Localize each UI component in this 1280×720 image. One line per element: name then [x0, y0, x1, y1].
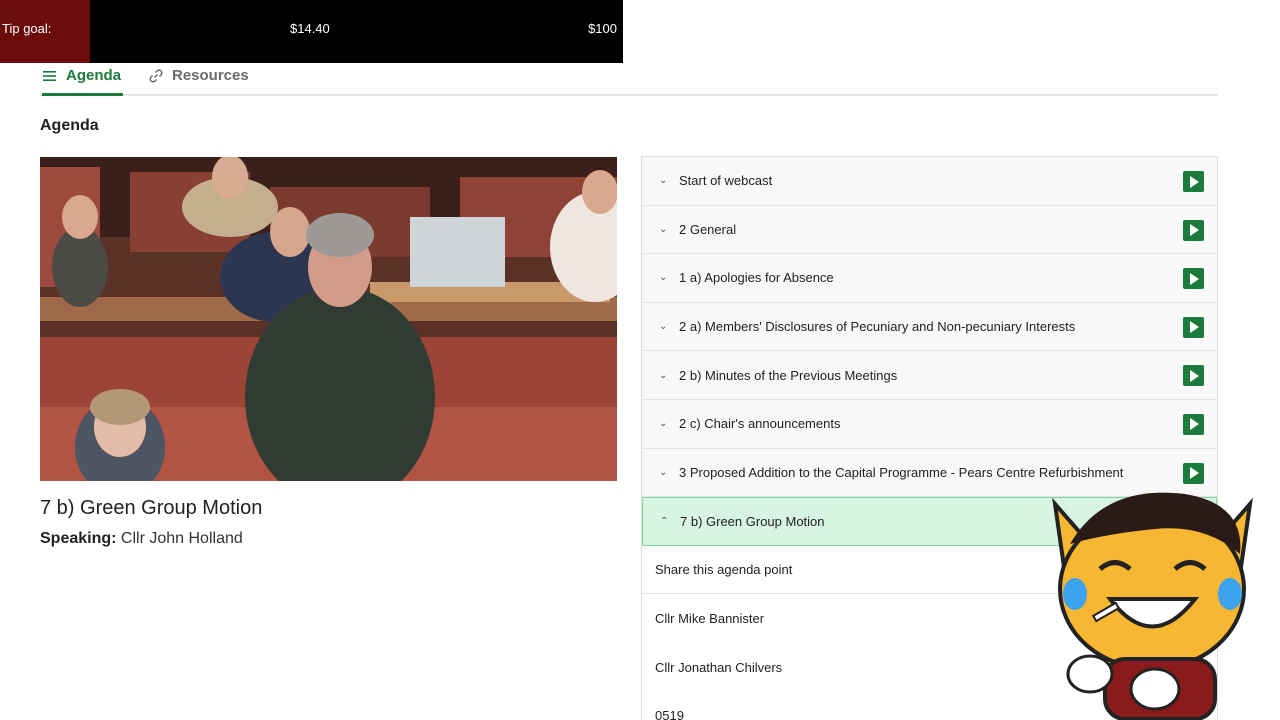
- tip-goal-bar: Tip goal: $14.40 $100: [0, 0, 623, 63]
- play-icon[interactable]: [1183, 316, 1204, 338]
- tip-goal-label: Tip goal:: [2, 21, 52, 36]
- chevron-down-icon: ⌄: [659, 369, 668, 381]
- speaking-line: Speaking: Cllr John Holland: [40, 530, 243, 548]
- agenda-item[interactable]: ⌄ 2 b) Minutes of the Previous Meetings: [642, 351, 1217, 400]
- tip-goal-target: $100: [588, 21, 617, 36]
- speaker-name: Cllr John Holland: [120, 530, 243, 547]
- tab-agenda-label: Agenda: [66, 67, 122, 84]
- agenda-item[interactable]: ⌄ 2 General: [642, 205, 1217, 255]
- now-playing-title: 7 b) Green Group Motion: [40, 497, 263, 519]
- tab-agenda[interactable]: Agenda: [42, 67, 124, 96]
- chevron-down-icon: ⌄: [659, 175, 668, 187]
- agenda-item[interactable]: ⌄ 1 a) Apologies for Absence: [642, 254, 1217, 303]
- tip-goal-current: $14.40: [290, 21, 330, 36]
- play-icon[interactable]: [1183, 462, 1204, 484]
- tab-bar: Agenda Resources: [40, 62, 1218, 96]
- tab-resources[interactable]: Resources: [148, 67, 249, 95]
- agenda-item-label: 2 General: [679, 221, 737, 237]
- agenda-item-label: 2 a) Members' Disclosures of Pecuniary a…: [679, 319, 1076, 335]
- tab-resources-label: Resources: [172, 67, 249, 84]
- play-icon[interactable]: [1183, 171, 1204, 192]
- chevron-down-icon: ⌄: [659, 223, 668, 235]
- play-icon[interactable]: [1183, 268, 1204, 290]
- chevron-up-icon: ⌃: [660, 515, 669, 527]
- agenda-item-label: 1 a) Apologies for Absence: [679, 270, 834, 286]
- agenda-item-label: 3 Proposed Addition to the Capital Progr…: [679, 464, 1124, 480]
- agenda-item-label: Start of webcast: [679, 173, 773, 189]
- chevron-down-icon: ⌄: [659, 272, 668, 284]
- section-title: Agenda: [40, 117, 99, 134]
- video-player[interactable]: [40, 157, 617, 481]
- link-icon: [149, 69, 163, 83]
- agenda-item[interactable]: ⌄ Start of webcast: [642, 157, 1217, 206]
- agenda-item[interactable]: ⌄ 2 a) Members' Disclosures of Pecuniary…: [642, 302, 1217, 352]
- play-icon[interactable]: [1183, 413, 1204, 435]
- video-frame: [40, 157, 617, 481]
- agenda-item[interactable]: ⌄ 2 c) Chair's announcements: [642, 399, 1217, 449]
- agenda-item-label: 2 c) Chair's announcements: [679, 416, 841, 432]
- cat-mascot-overlay: [1052, 492, 1253, 720]
- chevron-down-icon: ⌄: [659, 418, 668, 430]
- chevron-down-icon: ⌄: [659, 321, 668, 333]
- speaking-label: Speaking:: [40, 530, 117, 547]
- agenda-item-label: 2 b) Minutes of the Previous Meetings: [679, 367, 898, 383]
- agenda-item-label: 7 b) Green Group Motion: [680, 513, 825, 529]
- menu-lines-icon: [43, 71, 56, 81]
- play-icon[interactable]: [1183, 365, 1204, 387]
- chevron-down-icon: ⌄: [659, 466, 668, 478]
- play-icon[interactable]: [1183, 219, 1204, 241]
